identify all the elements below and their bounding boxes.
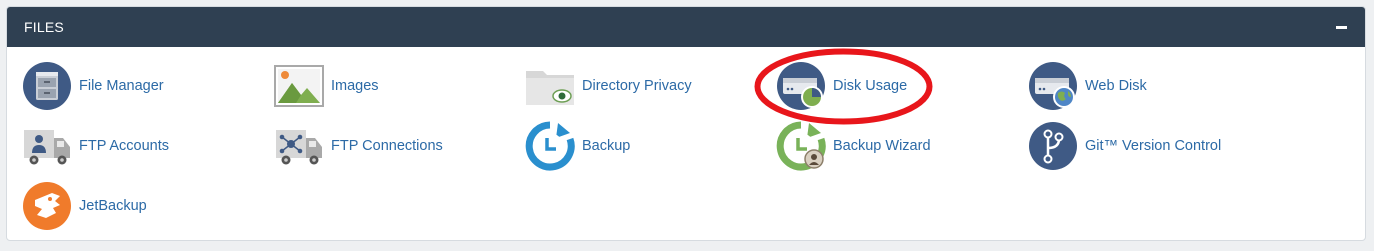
backup-clock-icon [525, 121, 575, 171]
item-ftp-connections[interactable]: FTP Connections [274, 121, 443, 171]
item-backup[interactable]: Backup [525, 121, 630, 171]
panel-title: FILES [24, 19, 64, 35]
item-label: JetBackup [79, 198, 147, 214]
jetbackup-logo-icon [23, 182, 71, 230]
disk-pie-chart-icon [777, 62, 825, 110]
item-label: Backup [582, 138, 631, 154]
item-label: Disk Usage [833, 78, 908, 94]
item-label: FTP Connections [331, 138, 443, 154]
truck-user-icon [24, 130, 70, 165]
truck-network-icon [276, 130, 322, 165]
item-label: FTP Accounts [79, 138, 169, 154]
disk-globe-icon [1029, 62, 1077, 110]
item-images[interactable]: Images [274, 61, 379, 111]
minus-icon [1335, 25, 1347, 29]
item-file-manager[interactable]: File Manager [22, 61, 164, 111]
item-label: Images [331, 78, 379, 94]
item-ftp-accounts[interactable]: FTP Accounts [22, 121, 169, 171]
item-jetbackup[interactable]: JetBackup [22, 181, 147, 231]
collapse-button[interactable] [1333, 19, 1349, 35]
item-label: Git™ Version Control [1085, 138, 1222, 154]
item-label: File Manager [79, 78, 164, 94]
panel-header[interactable]: FILES [7, 7, 1365, 47]
folder-eye-icon [526, 71, 574, 105]
item-disk-usage[interactable]: Disk Usage [776, 61, 907, 111]
item-git-version-control[interactable]: Git™ Version Control [1028, 121, 1221, 171]
item-label: Directory Privacy [582, 78, 692, 94]
item-backup-wizard[interactable]: Backup Wizard [776, 121, 931, 171]
item-label: Backup Wizard [833, 138, 931, 154]
item-directory-privacy[interactable]: Directory Privacy [525, 61, 692, 111]
image-landscape-icon [274, 65, 324, 107]
git-branch-icon [1029, 122, 1077, 170]
item-label: Web Disk [1085, 78, 1147, 94]
files-panel: FILES File Manager Images Directory Priv… [6, 6, 1366, 241]
backup-wizard-icon [776, 121, 826, 171]
file-cabinet-icon [23, 62, 71, 110]
item-web-disk[interactable]: Web Disk [1028, 61, 1147, 111]
